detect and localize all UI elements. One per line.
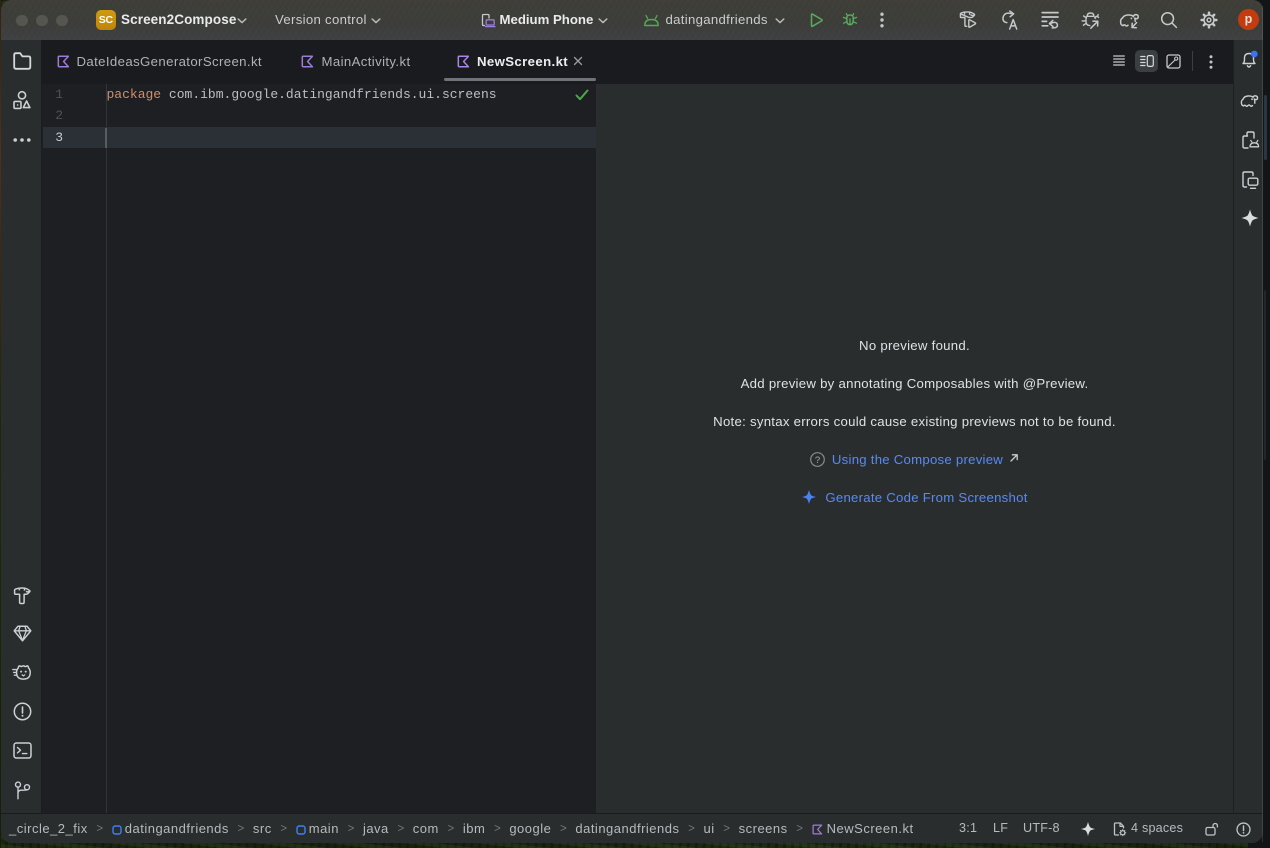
svg-text:?: ?: [815, 454, 820, 465]
